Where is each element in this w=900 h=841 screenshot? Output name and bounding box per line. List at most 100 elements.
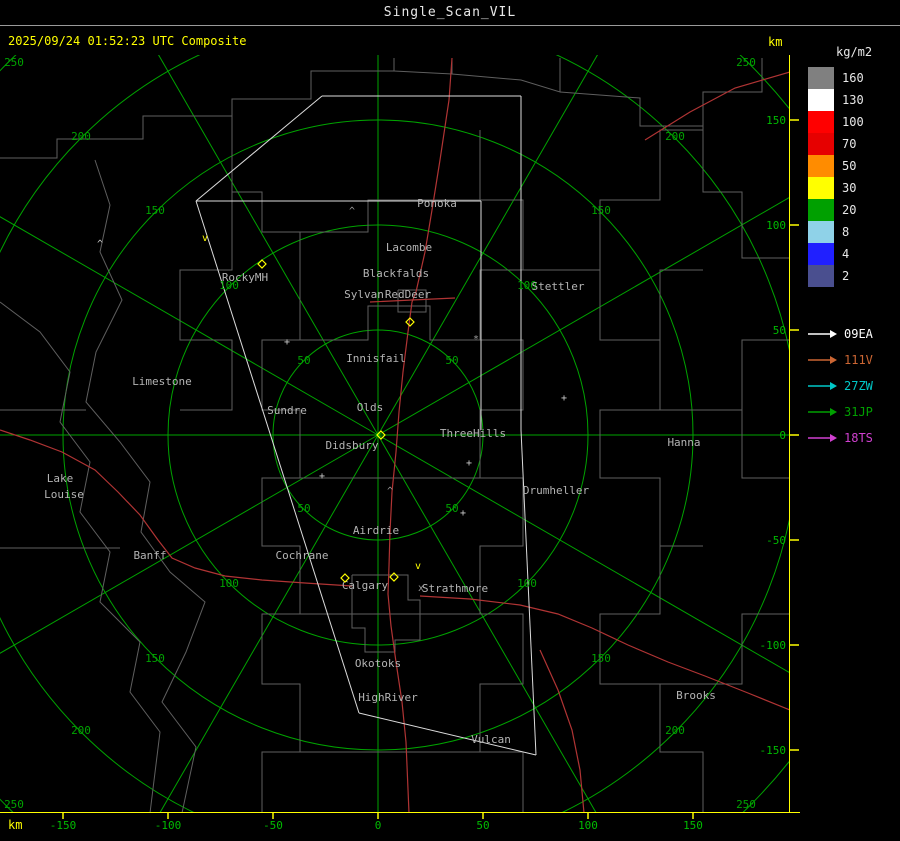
radar-site-legend: 09EA 111V 27ZW 31JP 18TS [806, 321, 900, 451]
point-marker: ^ [97, 239, 103, 250]
city-label: Calgary [342, 579, 389, 592]
range-label: 250 [736, 56, 756, 69]
city-label: Hanna [667, 436, 700, 449]
range-label: 200 [665, 724, 685, 737]
legend-site-row: 27ZW [806, 373, 900, 399]
point-marker: x [418, 583, 424, 594]
site-id-label: 111V [844, 353, 873, 367]
scale-swatch [808, 67, 834, 89]
county-boundary [231, 116, 300, 233]
site-arrow-icon [808, 356, 837, 364]
window-title: Single_Scan_VIL [383, 5, 517, 20]
legend-site-row: 09EA [806, 321, 900, 347]
site-arrow-icon [808, 434, 837, 442]
radial-line [377, 197, 789, 436]
city-label: Sundre [267, 404, 307, 417]
site-diamond-marker [389, 572, 399, 582]
bottom-axis-label: -50 [263, 819, 283, 832]
map-layers: 50 5050 50100 100100 100150 150150 150200 20020… [0, 55, 789, 812]
right-axis-label: 150 [766, 114, 786, 127]
range-label: 50 [445, 502, 458, 515]
point-marker: + [466, 458, 472, 469]
range-label: 200 [71, 130, 91, 143]
city-label: Okotoks [355, 657, 401, 670]
side-panel: kg/m2 160 130 100 70 50 30 20 8 4 2 09EA 111V 27ZW 3… [802, 25, 900, 841]
city-label: Lake [47, 472, 74, 485]
bottom-axis-label: 150 [683, 819, 703, 832]
point-marker: * [473, 334, 479, 345]
scale-entry: 20 [808, 199, 900, 221]
titlebar: Single_Scan_VIL [0, 0, 900, 26]
point-marker: + [561, 393, 567, 404]
range-label: 50 [445, 354, 458, 367]
county-boundary [599, 546, 704, 812]
scale-entry: 160 [808, 67, 900, 89]
scale-entry: 30 [808, 177, 900, 199]
county-boundary [393, 58, 453, 75]
range-label: 250 [4, 798, 24, 811]
city-label: Vulcan [471, 733, 511, 746]
scale-swatch [808, 155, 834, 177]
county-boundary [702, 126, 789, 259]
site-id-label: 09EA [844, 327, 873, 341]
point-marker: + [319, 471, 325, 482]
range-label: 200 [665, 130, 685, 143]
city-label: RedDeer [385, 288, 432, 301]
right-axis-label: -100 [760, 639, 787, 652]
range-label: 150 [591, 652, 611, 665]
site-id-label: 27ZW [844, 379, 873, 393]
point-marker: v [202, 233, 208, 244]
range-label: 150 [145, 652, 165, 665]
scan-area-outline [195, 200, 360, 714]
county-boundary [479, 130, 524, 340]
county-boundary [85, 159, 206, 812]
city-label: RockyMH [222, 271, 268, 284]
city-label: Limestone [132, 375, 192, 388]
bottom-axis-label: 100 [578, 819, 598, 832]
city-label: Sylvan [344, 288, 384, 301]
scan-area-outline [195, 95, 323, 202]
site-arrow-icon [808, 408, 837, 416]
scale-value: 70 [842, 137, 857, 151]
city-label: Olds [357, 401, 384, 414]
scale-unit-label: kg/m2 [836, 45, 873, 59]
right-axis-label: 0 [779, 429, 786, 442]
scale-entry: 100 [808, 111, 900, 133]
city-label: Didsbury [326, 439, 379, 452]
county-boundary [261, 232, 301, 812]
right-axis-label: -150 [760, 744, 787, 757]
range-label: 150 [145, 204, 165, 217]
city-label: Blackfalds [363, 267, 429, 280]
scale-value: 100 [842, 115, 864, 129]
bottom-axis-label: -150 [50, 819, 77, 832]
right-axis-label: 100 [766, 219, 786, 232]
point-marker: ^ [387, 486, 393, 497]
county-boundary [741, 410, 789, 479]
city-label: Louise [44, 488, 84, 501]
highway-line [539, 649, 585, 812]
legend-site-row: 31JP [806, 399, 900, 425]
county-boundary [660, 339, 789, 411]
county-boundary [300, 305, 480, 341]
county-boundary [523, 129, 703, 271]
legend-site-row: 111V [806, 347, 900, 373]
bottom-axis-unit: km [8, 818, 22, 832]
scale-entry: 2 [808, 265, 900, 287]
scale-swatch [808, 111, 834, 133]
radial-line [0, 216, 379, 436]
county-boundary [451, 58, 561, 93]
range-label: 250 [736, 798, 756, 811]
city-label: Airdrie [353, 524, 399, 537]
range-label: 200 [71, 724, 91, 737]
scale-entry: 4 [808, 243, 900, 265]
range-label: 250 [4, 56, 24, 69]
right-axis-unit: km [768, 35, 783, 49]
right-axis-label: 50 [773, 324, 786, 337]
site-id-label: 18TS [844, 431, 873, 445]
scale-entry: 50 [808, 155, 900, 177]
city-label: Strathmore [422, 582, 488, 595]
scale-entry: 70 [808, 133, 900, 155]
scan-timestamp: 2025/09/24 01:52:23 UTC Composite [8, 34, 247, 48]
scan-area-outline [520, 429, 537, 756]
city-label: Stettler [532, 280, 585, 293]
